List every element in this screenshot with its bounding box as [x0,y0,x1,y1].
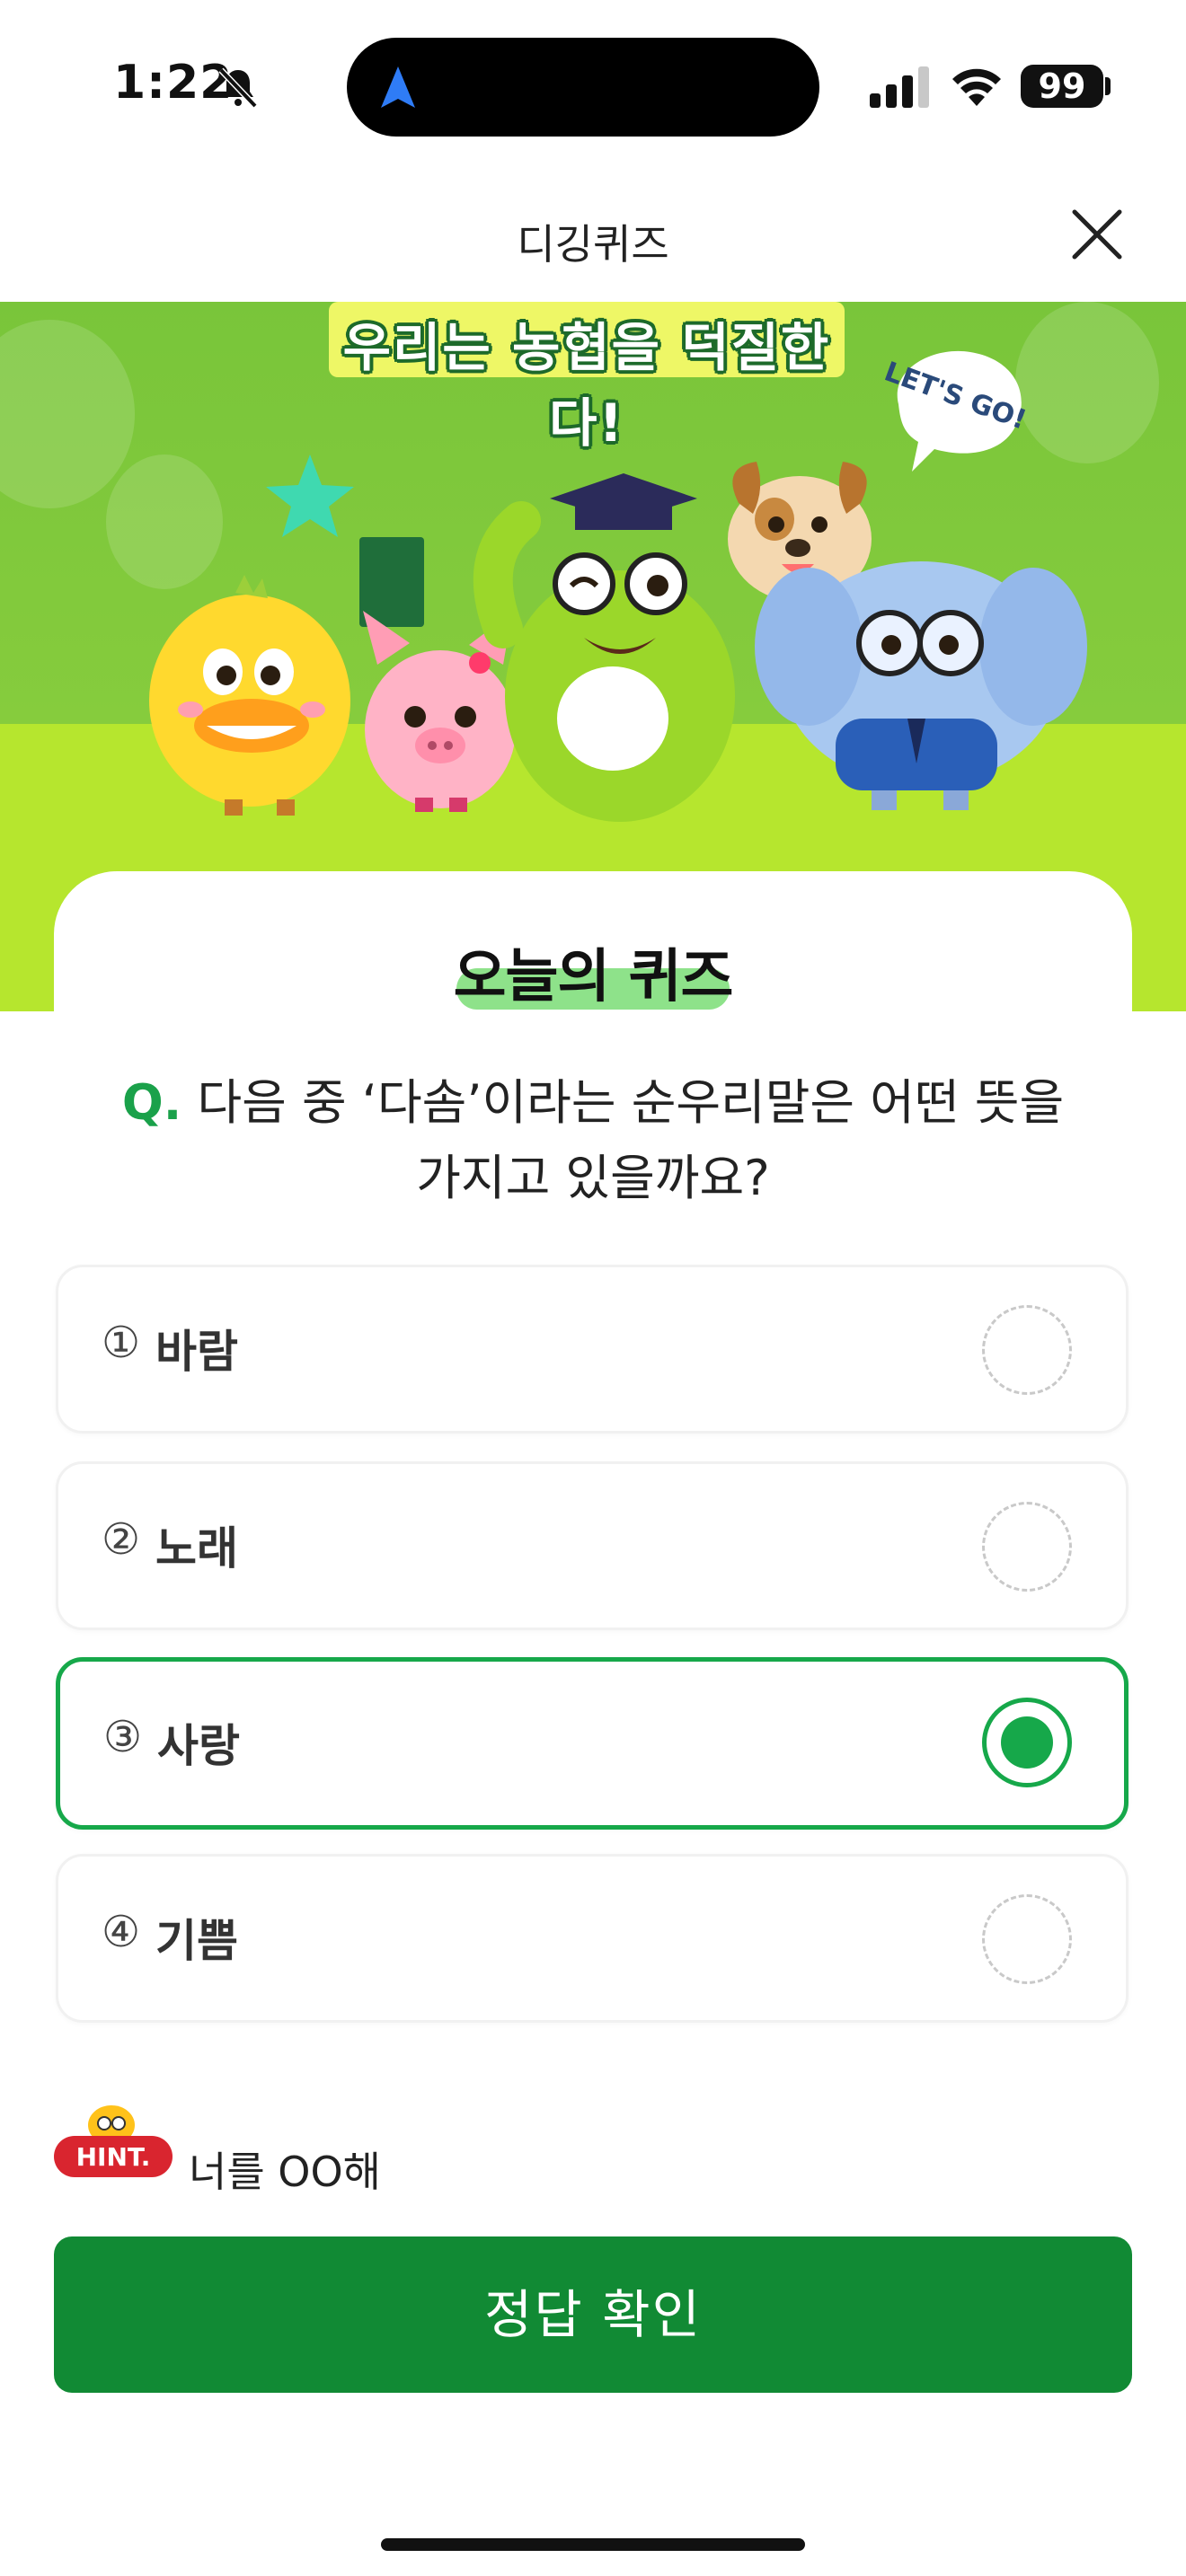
mascot-characters-illustration [149,454,1087,822]
radio-button[interactable] [982,1894,1072,1984]
green-mascot-character [473,473,735,822]
battery-indicator: 99 [1021,65,1103,108]
option-label: 바람 [155,1326,238,1378]
status-bar: 1:22 99 [0,0,1186,171]
option-number: ④ [102,1907,141,1957]
check-answer-button[interactable]: 정답 확인 [54,2236,1132,2393]
option-label: 노래 [155,1522,238,1575]
quiz-question: Q. 다음 중 ‘다솜’이라는 순우리말은 어떤 뜻을 가지고 있을까요? [108,1065,1078,1216]
answer-option-2[interactable]: ② 노래 [56,1461,1128,1630]
cellular-signal-icon [870,66,929,108]
radio-button[interactable] [982,1502,1072,1592]
option-number: ① [102,1318,141,1368]
blue-elephant-character [755,561,1087,810]
home-indicator[interactable] [381,2538,805,2551]
book-icon [359,537,424,627]
hint-text: 너를 OO해 [189,2148,381,2196]
option-number: ② [102,1514,141,1565]
question-text: 다음 중 ‘다솜’이라는 순우리말은 어떤 뜻을 가지고 있을까요? [197,1074,1065,1206]
radio-button[interactable] [982,1305,1072,1395]
silent-bell-icon [218,67,258,109]
yellow-duck-character [149,575,350,816]
answer-option-3[interactable]: ③ 사랑 [56,1657,1128,1830]
close-icon[interactable] [1069,207,1125,262]
hint-badge-text: HINT. [76,2142,151,2172]
page-title: 디깅퀴즈 [517,220,669,269]
answer-option-4[interactable]: ④ 기쁨 [56,1854,1128,2023]
wifi-icon [952,68,1001,106]
radio-button-selected[interactable] [982,1698,1072,1787]
answer-option-1[interactable]: ① 바람 [56,1265,1128,1434]
option-number: ③ [103,1712,143,1762]
app-header: 디깅퀴즈 [0,171,1186,302]
option-label: 사랑 [157,1720,240,1772]
option-label: 기쁨 [155,1915,238,1967]
question-mark-label: Q. [121,1074,182,1131]
radio-dot [1001,1716,1053,1769]
star-icon [266,454,354,537]
hint-badge-icon: HINT. [54,2105,173,2177]
battery-tip [1105,77,1111,95]
location-arrow-icon [381,66,415,108]
quiz-label: 오늘의 퀴즈 [453,944,734,1010]
